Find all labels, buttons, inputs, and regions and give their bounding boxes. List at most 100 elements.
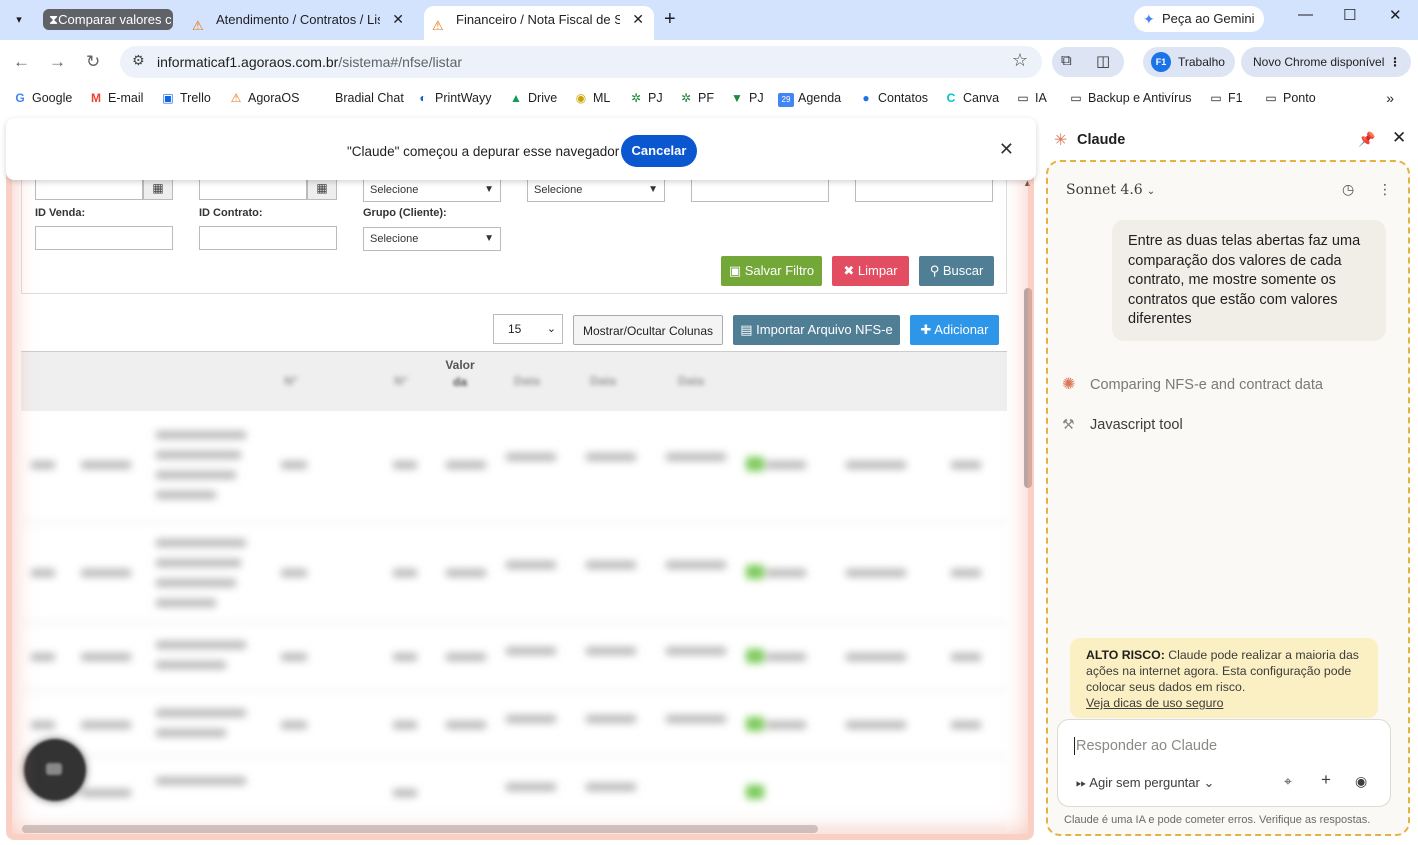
tab-comparar-valores[interactable]: ⧗Comparar valores c — [43, 9, 173, 30]
new-tab-button[interactable]: + — [664, 8, 676, 31]
filter-select[interactable]: Selecione ▼ — [363, 178, 501, 202]
folder-icon: ▭ — [1210, 91, 1222, 105]
grupo-cliente-select[interactable]: Selecione ▼ — [363, 227, 501, 251]
address-bar[interactable]: ⚙ informaticaf1.agoraos.com.br/sistema#/… — [120, 46, 1042, 78]
extensions-icon[interactable]: ⧉ — [1061, 52, 1072, 69]
bookmark-pj[interactable]: ✲ PJ — [628, 91, 663, 105]
step-comparing[interactable]: ✺ Comparing NFS-e and contract data — [1062, 374, 1323, 394]
id-contrato-input[interactable] — [199, 226, 337, 250]
site-settings-icon[interactable]: ⚙ — [132, 52, 145, 69]
close-icon[interactable]: ✕ — [999, 139, 1014, 160]
toggle-columns-button[interactable]: Mostrar/Ocultar Colunas — [573, 315, 723, 345]
bookmark-folder-ia[interactable]: ▭ IA — [1015, 91, 1046, 105]
reply-input[interactable]: Responder ao Claude — [1076, 738, 1217, 754]
table-row[interactable] — [21, 757, 1007, 827]
side-panel-title: Claude — [1077, 132, 1126, 148]
import-nfse-button[interactable]: ▤ Importar Arquivo NFS-e — [733, 315, 900, 345]
column-header: N° — [284, 374, 298, 388]
url-text: informaticaf1.agoraos.com.br/sistema#/nf… — [157, 54, 463, 70]
profile-button[interactable]: F1 Trabalho — [1143, 47, 1235, 77]
bookmark-drive[interactable]: ▲ Drive — [508, 91, 557, 105]
contacts-icon: ● — [862, 91, 870, 105]
table-cell — [586, 715, 636, 723]
table-cell — [156, 579, 236, 587]
ask-gemini-button[interactable]: ✦ Peça ao Gemini — [1134, 6, 1264, 32]
add-icon[interactable]: + — [1321, 770, 1331, 790]
pin-icon[interactable]: 📌 — [1358, 131, 1375, 148]
filter-input[interactable] — [691, 178, 829, 202]
horizontal-scrollbar[interactable] — [8, 822, 1020, 836]
step-javascript-tool[interactable]: ⚒ Javascript tool — [1062, 416, 1183, 433]
table-cell — [81, 461, 131, 469]
hourglass-icon: ⧗ — [49, 12, 59, 27]
chevron-down-icon: ▼ — [648, 184, 658, 195]
bookmark-printwayy[interactable]: ◐ PrintWayy — [415, 91, 491, 105]
table-row[interactable] — [21, 623, 1007, 691]
filter-select[interactable]: Selecione ▼ — [527, 178, 665, 202]
bookmark-canva[interactable]: C Canva — [943, 91, 999, 105]
tab-search-menu[interactable]: ▾ — [6, 6, 32, 32]
safe-use-link[interactable]: Veja dicas de uso seguro — [1086, 696, 1223, 710]
bookmark-agenda[interactable]: 29 Agenda — [778, 91, 841, 107]
id-venda-input[interactable] — [35, 226, 173, 250]
maximize-icon[interactable]: ☐ — [1343, 6, 1356, 24]
table-cell — [951, 653, 981, 661]
bookmark-pj-2[interactable]: ▼ PJ — [729, 91, 764, 105]
close-tab-icon[interactable]: ✕ — [632, 6, 644, 33]
bookmark-pf[interactable]: ✲ PF — [678, 91, 714, 105]
floating-chat-button[interactable] — [24, 739, 86, 801]
chevron-down-icon: ▼ — [484, 184, 494, 195]
page-size-select[interactable]: 15 ⌄ — [493, 314, 563, 344]
tab-financeiro-nfse[interactable]: ⚠ Financeiro / Nota Fiscal de Serv ✕ — [424, 6, 654, 40]
table-cell — [281, 461, 307, 469]
bookmark-trello[interactable]: ▣ Trello — [160, 91, 210, 105]
search-button[interactable]: ⚲ Buscar — [919, 256, 994, 286]
bookmark-ml[interactable]: ◉ ML — [573, 91, 611, 105]
history-icon[interactable]: ◷ — [1342, 181, 1354, 198]
minimize-icon[interactable]: — — [1298, 6, 1313, 23]
chrome-update-button[interactable]: Novo Chrome disponível ⋮ — [1241, 47, 1411, 77]
bookmark-google[interactable]: G Google — [12, 91, 72, 105]
table-row[interactable] — [21, 523, 1007, 623]
gov-icon: ▼ — [731, 91, 743, 105]
ai-disclaimer: Claude é uma IA e pode cometer erros. Ve… — [1064, 814, 1371, 826]
bookmark-folder-f1[interactable]: ▭ F1 — [1208, 91, 1242, 105]
close-window-icon[interactable]: ✕ — [1389, 6, 1402, 24]
clear-button[interactable]: ✖ Limpar — [832, 256, 909, 286]
column-header: Data — [513, 374, 540, 388]
bookmark-email[interactable]: M E-mail — [88, 91, 143, 105]
table-row[interactable] — [21, 691, 1007, 757]
reply-composer[interactable]: Responder ao Claude ⏩︎ Agir sem pergunta… — [1057, 719, 1391, 807]
bookmark-bradial-chat[interactable]: Bradial Chat — [315, 91, 404, 105]
close-icon[interactable]: ✕ — [1392, 128, 1406, 148]
chevron-down-icon: ⌄ — [546, 323, 556, 335]
tab-atendimento-contratos[interactable]: ⚠ Atendimento / Contratos / Lista ✕ — [184, 6, 414, 40]
cancel-debug-button[interactable]: Cancelar — [621, 135, 697, 167]
vertical-scrollbar[interactable]: ▲ — [1022, 178, 1036, 838]
table-row[interactable] — [21, 411, 1007, 523]
save-filter-button[interactable]: ▣ Salvar Filtro — [721, 256, 822, 286]
scrollbar-thumb[interactable] — [1024, 288, 1032, 488]
record-icon[interactable]: ◉ — [1355, 773, 1367, 790]
bookmark-star-icon[interactable]: ☆ — [1012, 50, 1028, 71]
model-selector[interactable]: Sonnet 4.6 ⌄ — [1066, 182, 1155, 198]
bookmark-agoraos[interactable]: ⚠ AgoraOS — [228, 91, 300, 105]
more-options-icon[interactable]: ⋮ — [1378, 181, 1392, 198]
add-button[interactable]: ✚ Adicionar — [910, 315, 999, 345]
claude-conversation: Sonnet 4.6 ⌄ ◷ ⋮ Entre as duas telas aber… — [1046, 160, 1410, 836]
permission-mode-selector[interactable]: ⏩︎ Agir sem perguntar ⌄ — [1076, 775, 1214, 791]
reload-icon[interactable]: ↻ — [86, 52, 100, 72]
more-bookmarks-icon[interactable]: » — [1386, 90, 1394, 106]
scrollbar-thumb[interactable] — [22, 825, 818, 833]
table-cell — [156, 641, 246, 649]
table-cell — [393, 721, 417, 729]
pointer-select-icon[interactable]: ⌖ — [1284, 773, 1292, 790]
bookmark-contatos[interactable]: ● Contatos — [858, 91, 928, 105]
side-panel-icon[interactable]: ◫ — [1096, 52, 1110, 70]
forward-icon[interactable]: → — [49, 52, 66, 72]
bookmark-folder-backup[interactable]: ▭ Backup e Antivírus — [1068, 91, 1191, 105]
close-tab-icon[interactable]: ✕ — [392, 6, 404, 33]
bookmark-folder-ponto[interactable]: ▭ Ponto — [1263, 91, 1315, 105]
filter-input[interactable] — [855, 178, 993, 202]
back-icon[interactable]: ← — [13, 52, 30, 72]
